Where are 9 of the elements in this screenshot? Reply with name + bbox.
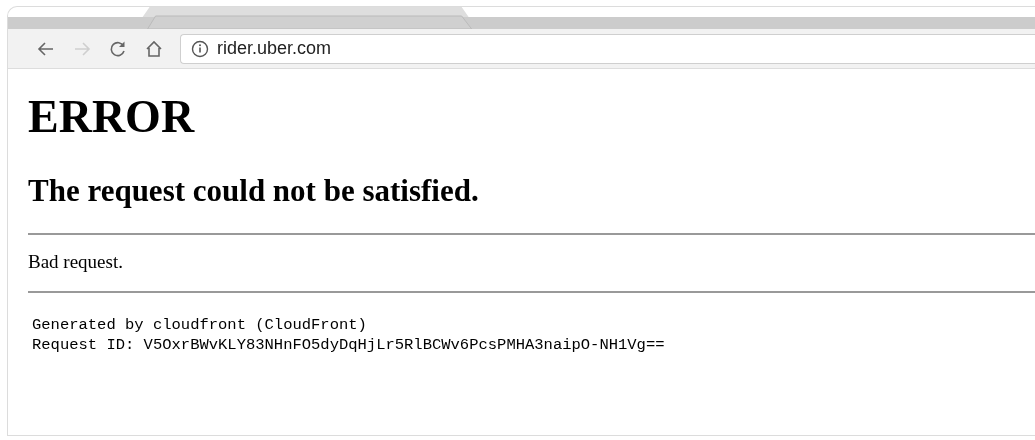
footer-line: Request ID: V5OxrBWvKLY83NHnFO5dyDqHjLr5RlBCWv6PcsPMHA3naipO-NH1Vg== (32, 335, 665, 356)
footer-line: Generated by cloudfront (CloudFront) (32, 314, 367, 335)
error-subheading: The request could not be satisfied. (28, 172, 480, 210)
error-heading: ERROR (28, 90, 196, 144)
home-icon[interactable] (144, 38, 164, 59)
url-text: rider.uber.com (217, 37, 332, 60)
error-message: Bad request. (28, 250, 124, 275)
address-bar[interactable]: rider.uber.com (180, 33, 1035, 64)
info-icon[interactable] (191, 39, 209, 58)
